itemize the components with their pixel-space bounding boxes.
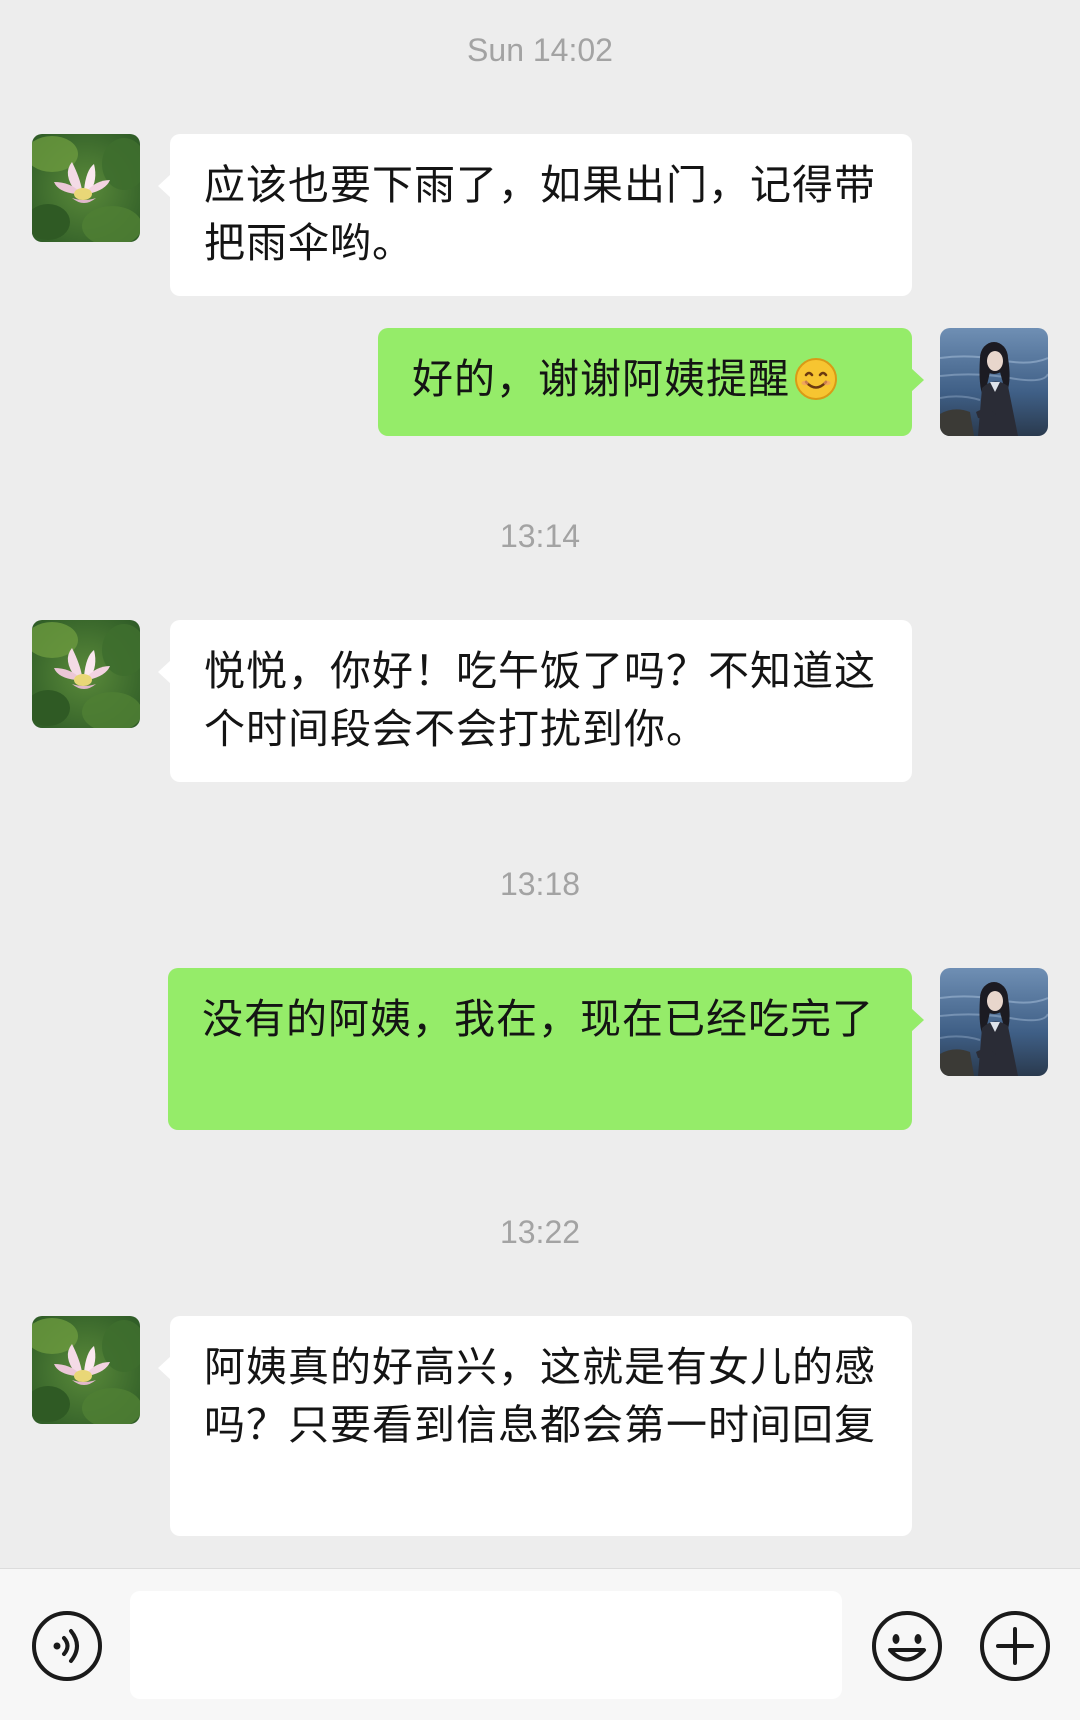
contact-avatar[interactable]	[32, 1316, 140, 1424]
contact-avatar[interactable]	[32, 134, 140, 242]
message-text: 好的，谢谢阿姨提醒	[412, 355, 790, 403]
voice-icon[interactable]	[30, 1609, 104, 1683]
lotus-avatar-image	[32, 1316, 140, 1424]
incoming-message-bubble[interactable]: 阿姨真的好高兴，这就是有女儿的感吗？只要看到信息都会第一时间回复	[158, 1316, 912, 1536]
incoming-message-bubble[interactable]: 悦悦，你好！吃午饭了吗？不知道这个时间段会不会打扰到你。	[158, 620, 912, 782]
outgoing-message-bubble[interactable]: 没有的阿姨，我在，现在已经吃完了	[168, 968, 924, 1130]
timestamp: 13:14	[499, 518, 581, 554]
timestamp: 13:18	[499, 866, 581, 902]
lotus-avatar-image	[32, 620, 140, 728]
input-bar	[0, 1568, 1080, 1720]
plus-icon[interactable]	[978, 1609, 1052, 1683]
lotus-avatar-image	[32, 134, 140, 242]
incoming-message-bubble[interactable]: 应该也要下雨了，如果出门，记得带把雨伞哟。	[158, 134, 912, 296]
timestamp: 13:22	[499, 1214, 581, 1250]
girl-avatar-image	[940, 328, 1048, 436]
timestamp: Sun 14:02	[467, 32, 613, 68]
contact-avatar[interactable]	[32, 620, 140, 728]
chat-screen: Sun 14:02 应该也要下雨了，如果出门，记得带把雨伞哟。 好的，谢谢阿姨提…	[0, 0, 1080, 1720]
my-avatar[interactable]	[940, 328, 1048, 436]
my-avatar[interactable]	[940, 968, 1048, 1076]
outgoing-message-bubble[interactable]: 好的，谢谢阿姨提醒	[378, 328, 924, 436]
girl-avatar-image	[940, 968, 1048, 1076]
message-input[interactable]	[130, 1591, 842, 1699]
smile-emoji-icon	[794, 357, 838, 401]
emoji-icon[interactable]	[870, 1609, 944, 1683]
